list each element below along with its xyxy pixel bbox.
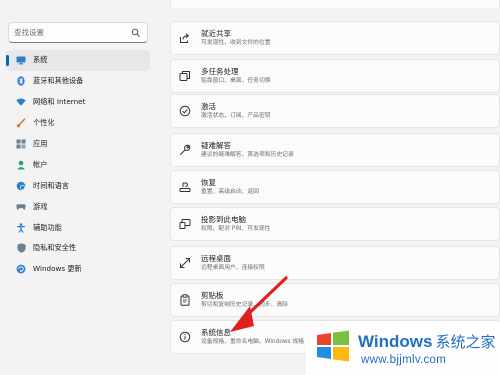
sidebar-item-accessibility[interactable]: 辅助功能: [6, 217, 150, 238]
card-title: 恢复: [201, 178, 216, 187]
settings-card-multitasking[interactable]: 多任务处理 贴靠窗口、桌面、任务切换: [170, 59, 500, 93]
sidebar-item-gaming[interactable]: 游戏: [6, 196, 150, 217]
sidebar-item-label: Windows 更新: [33, 264, 82, 274]
card-title: 远程桌面: [201, 254, 231, 263]
card-description: 贴靠窗口、桌面、任务切换: [201, 78, 271, 84]
person-icon: [16, 160, 26, 170]
apps-icon: [16, 139, 26, 149]
card-title: 多任务处理: [201, 67, 239, 76]
monitor-icon: [16, 55, 26, 65]
settings-card-activation[interactable]: 激活 激活状态、订阅、产品密钥: [170, 94, 500, 128]
sidebar-item-time-language[interactable]: 时间和语言: [6, 175, 150, 196]
sidebar-item-label: 个性化: [33, 118, 55, 128]
activation-check-icon: [179, 105, 191, 117]
settings-card-troubleshoot[interactable]: 疑难解答 建议的疑难解答、首选项和历史记录: [170, 133, 500, 167]
card-title: 就近共享: [201, 29, 231, 38]
sidebar-item-windows-update[interactable]: Windows 更新: [6, 259, 150, 280]
card-description: 设备规格、重命名电脑、Windows 规格: [201, 339, 305, 345]
card-description: 远程桌面用户、连接权限: [201, 265, 265, 271]
card-description: 可发现性、收到文件的位置: [201, 40, 271, 46]
settings-card-nearby-sharing[interactable]: 就近共享 可发现性、收到文件的位置: [170, 21, 500, 55]
globe-clock-icon: [16, 181, 26, 191]
card-title: 疑难解答: [201, 141, 231, 150]
previous-card-edge: [170, 0, 500, 8]
sidebar-item-label: 系统: [33, 55, 48, 65]
sidebar-item-accounts[interactable]: 帐户: [6, 154, 150, 175]
sidebar-item-label: 时间和语言: [33, 180, 69, 190]
card-description: 剪切和复制历史记录、同步、清除: [201, 302, 288, 308]
sidebar-item-label: 游戏: [33, 201, 48, 211]
search-box[interactable]: [8, 22, 148, 43]
update-icon: [16, 264, 26, 274]
card-title: 剪贴板: [201, 291, 224, 300]
sidebar-item-label: 帐户: [33, 159, 48, 169]
search-icon[interactable]: [131, 28, 141, 38]
sidebar-nav: 系统 蓝牙和其他设备 网络和 Internet 个性化 应用 帐户 时间和语言 …: [6, 50, 150, 280]
wifi-icon: [16, 97, 26, 107]
brush-icon: [16, 118, 26, 128]
card-description: 建议的疑难解答、首选项和历史记录: [201, 152, 294, 158]
card-description: 权限、配对 PIN、可发现性: [201, 226, 271, 232]
clipboard-icon: [179, 294, 191, 306]
card-description: 重置、高级启动、返回: [201, 189, 259, 195]
info-icon: [179, 331, 191, 343]
sidebar-item-label: 网络和 Internet: [33, 97, 86, 107]
project-icon: [179, 218, 191, 230]
card-description: 激活状态、订阅、产品密钥: [201, 113, 271, 119]
sidebar-item-label: 隐私和安全性: [33, 243, 77, 253]
site-watermark: Windows 系统之家 www.bjjmlv.com: [306, 322, 500, 375]
settings-card-project-to-pc[interactable]: 投影到此电脑 权限、配对 PIN、可发现性: [170, 207, 500, 241]
accessibility-icon: [16, 222, 26, 233]
search-input[interactable]: [9, 28, 127, 37]
card-title: 投影到此电脑: [201, 215, 246, 224]
sidebar-item-apps[interactable]: 应用: [6, 134, 150, 155]
sidebar-item-personalization[interactable]: 个性化: [6, 113, 150, 134]
sidebar-item-bluetooth[interactable]: 蓝牙和其他设备: [6, 71, 150, 92]
gamepad-icon: [16, 202, 26, 212]
settings-card-remote-desktop[interactable]: 远程桌面 远程桌面用户、连接权限: [170, 246, 500, 280]
watermark-url: www.bjjmlv.com: [361, 354, 447, 366]
recovery-icon: [179, 181, 191, 193]
sidebar-item-privacy[interactable]: 隐私和安全性: [6, 238, 150, 259]
settings-card-clipboard[interactable]: 剪贴板 剪切和复制历史记录、同步、清除: [170, 283, 500, 317]
multitask-icon: [179, 70, 191, 82]
settings-card-recovery[interactable]: 恢复 重置、高级启动、返回: [170, 170, 500, 204]
wrench-icon: [179, 144, 191, 156]
card-title: 激活: [201, 102, 216, 111]
card-title: 系统信息: [201, 328, 231, 337]
sidebar-item-label: 应用: [33, 139, 48, 148]
share-icon: [179, 32, 191, 44]
sidebar-item-system[interactable]: 系统: [6, 50, 150, 71]
bluetooth-icon: [16, 76, 26, 87]
watermark-brand: Windows 系统之家: [358, 332, 496, 351]
shield-icon: [16, 243, 26, 254]
sidebar-item-network[interactable]: 网络和 Internet: [6, 92, 150, 113]
sidebar-item-label: 蓝牙和其他设备: [33, 76, 84, 86]
remote-desktop-icon: [179, 257, 191, 269]
sidebar-item-label: 辅助功能: [33, 222, 62, 232]
windows-logo-icon: [317, 330, 349, 362]
